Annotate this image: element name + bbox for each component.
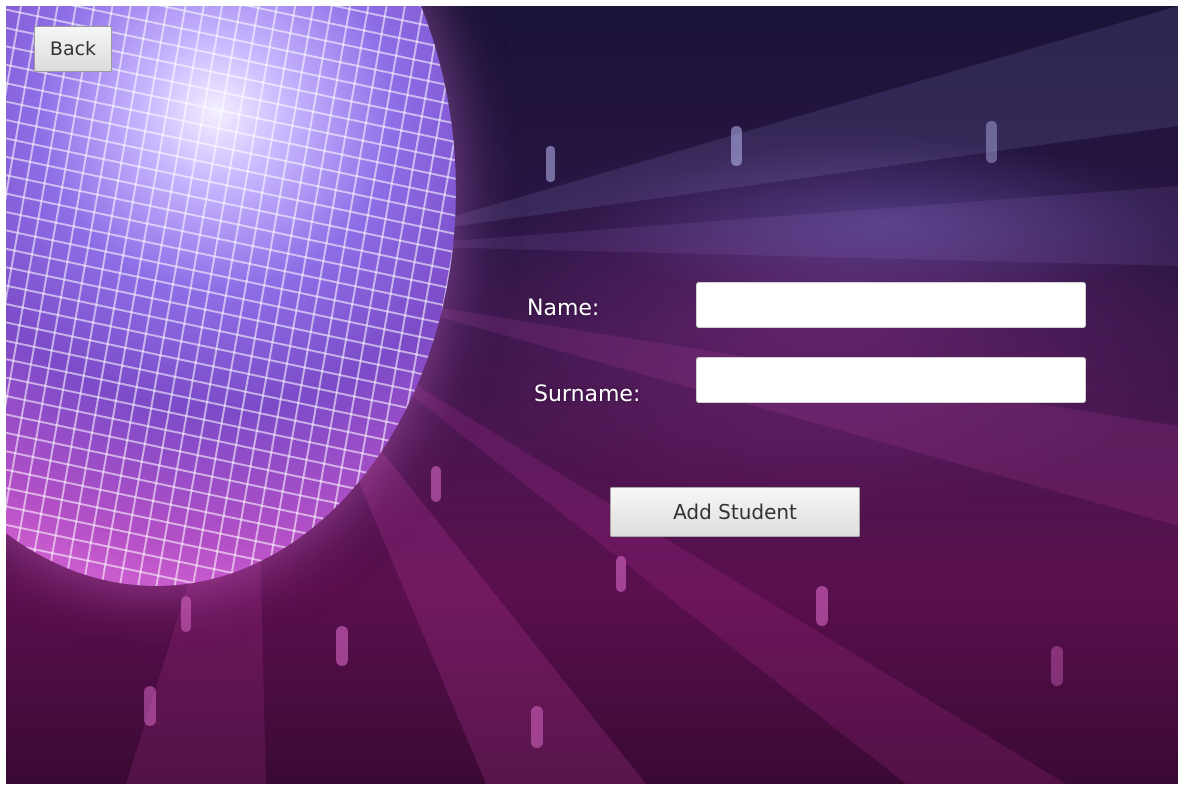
disco-ball-image <box>6 6 456 586</box>
add-student-button[interactable]: Add Student <box>610 487 860 537</box>
back-button[interactable]: Back <box>34 26 112 72</box>
name-input[interactable] <box>696 282 1086 328</box>
surname-input[interactable] <box>696 357 1086 403</box>
surname-label: Surname: <box>534 382 641 407</box>
app-window: Back Name: Surname: Add Student <box>6 6 1178 784</box>
name-label: Name: <box>527 296 600 321</box>
